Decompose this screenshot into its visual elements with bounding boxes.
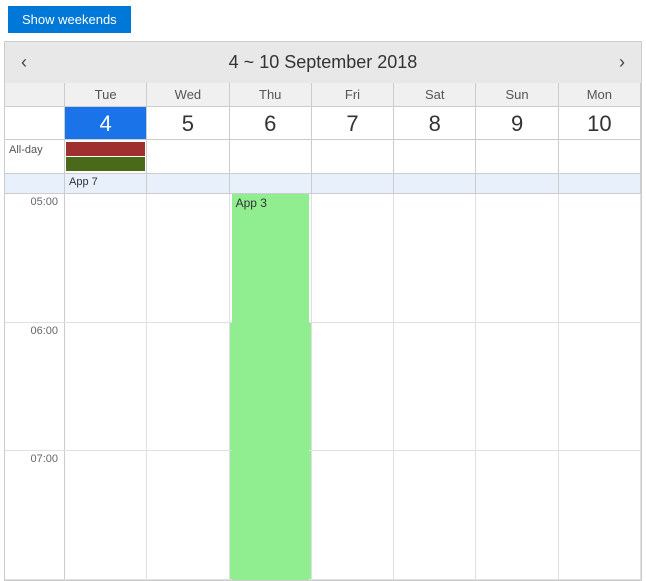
header-spacer [5,83,65,106]
num-spacer [5,107,65,139]
day-number-9[interactable]: 9 [476,107,558,139]
app7-cell-fri[interactable] [312,174,394,193]
time-row-0500: 05:00 App 3 [5,194,641,323]
app3-label: App 3 [236,196,267,210]
nav-title: 4 ~ 10 September 2018 [229,52,418,73]
app7-cell-mon[interactable] [559,174,641,193]
time-cell-sat-0600[interactable] [394,323,476,451]
time-cell-fri-0700[interactable] [312,451,394,579]
day-header-sat: Sat [394,83,476,106]
app7-cell-tue[interactable]: App 7 [65,174,147,193]
time-cell-mon-0700[interactable] [559,451,641,579]
day-numbers-row: 4 5 6 7 8 9 10 [5,107,641,140]
nav-header: ‹ 4 ~ 10 September 2018 › [5,42,641,83]
allday-event-green[interactable] [66,157,145,171]
app7-cell-thu[interactable] [230,174,312,193]
allday-cell-fri[interactable] [312,140,394,173]
time-cell-tue-0700[interactable] [65,451,147,579]
allday-cell-thu[interactable] [230,140,312,173]
allday-cell-sat[interactable] [394,140,476,173]
allday-event-red[interactable] [66,142,145,156]
time-label-0700: 07:00 [5,451,65,579]
time-label-0500: 05:00 [5,194,65,322]
time-cell-fri-0600[interactable] [312,323,394,451]
day-header-fri: Fri [312,83,394,106]
day-number-4[interactable]: 4 [65,107,147,139]
prev-button[interactable]: ‹ [5,52,43,73]
day-header-mon: Mon [559,83,641,106]
day-number-7[interactable]: 7 [312,107,394,139]
allday-cell-mon[interactable] [559,140,641,173]
app7-cell-wed[interactable] [147,174,229,193]
time-cell-sun-0700[interactable] [476,451,558,579]
time-cell-thu-0500[interactable]: App 3 [230,194,312,322]
time-cell-tue-0600[interactable] [65,323,147,451]
app7-cell-sun[interactable] [476,174,558,193]
day-number-10[interactable]: 10 [559,107,641,139]
time-cell-fri-0500[interactable] [312,194,394,322]
time-cell-mon-0600[interactable] [559,323,641,451]
allday-row: All-day [5,140,641,174]
day-headers-row: Tue Wed Thu Fri Sat Sun Mon [5,83,641,107]
day-number-6[interactable]: 6 [230,107,312,139]
time-grid: 05:00 App 3 06:00 07:00 [5,194,641,580]
time-row-0700: 07:00 [5,451,641,580]
allday-cell-wed[interactable] [147,140,229,173]
app7-spacer [5,174,65,193]
time-cell-sun-0600[interactable] [476,323,558,451]
day-number-5[interactable]: 5 [147,107,229,139]
day-header-tue: Tue [65,83,147,106]
day-number-8[interactable]: 8 [394,107,476,139]
app3-event[interactable]: App 3 [232,194,309,580]
time-cell-sat-0500[interactable] [394,194,476,322]
time-cell-wed-0500[interactable] [147,194,229,322]
time-cell-sun-0500[interactable] [476,194,558,322]
allday-cell-sun[interactable] [476,140,558,173]
show-weekends-button[interactable]: Show weekends [8,6,131,33]
day-header-sun: Sun [476,83,558,106]
app7-row: App 7 [5,174,641,194]
time-label-0600: 06:00 [5,323,65,451]
time-cell-sat-0700[interactable] [394,451,476,579]
app7-cell-sat[interactable] [394,174,476,193]
next-button[interactable]: › [603,52,641,73]
time-cell-wed-0700[interactable] [147,451,229,579]
allday-label: All-day [5,140,65,173]
time-row-0600: 06:00 [5,323,641,452]
time-cell-mon-0500[interactable] [559,194,641,322]
day-header-thu: Thu [230,83,312,106]
time-cell-tue-0500[interactable] [65,194,147,322]
day-header-wed: Wed [147,83,229,106]
calendar-container: ‹ 4 ~ 10 September 2018 › Tue Wed Thu Fr… [4,41,642,581]
time-cell-wed-0600[interactable] [147,323,229,451]
allday-cell-tue[interactable] [65,140,147,173]
app7-label: App 7 [69,176,98,188]
